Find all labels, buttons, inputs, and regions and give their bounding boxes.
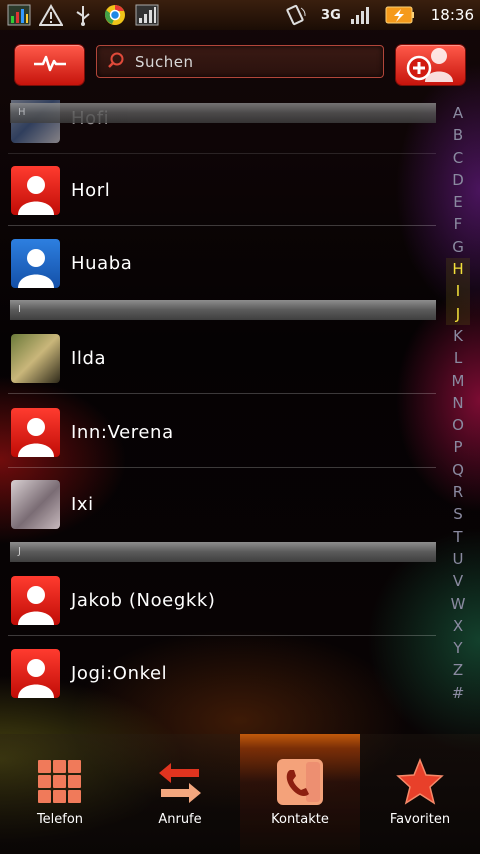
alphabet-index-letter[interactable]: R [446, 481, 470, 503]
activity-button[interactable] [15, 45, 84, 85]
alphabet-index-letter[interactable]: C [446, 147, 470, 169]
alphabet-index-letter[interactable]: F [446, 213, 470, 235]
alphabet-index-letter[interactable]: N [446, 392, 470, 414]
bottom-navigation: Telefon Anrufe Kontakte Favoriten [0, 734, 480, 854]
alphabet-index-letter[interactable]: I [446, 280, 470, 303]
alphabet-index-letter[interactable]: T [446, 526, 470, 548]
heartbeat-icon [33, 53, 67, 77]
star-icon [396, 758, 444, 806]
list-item[interactable]: Ixi [0, 468, 436, 540]
default-contact-avatar-icon [11, 165, 60, 215]
alphabet-index-letter[interactable]: L [446, 347, 470, 369]
usb-icon [70, 3, 96, 27]
tab-label: Telefon [36, 812, 84, 827]
alphabet-index-letter[interactable]: Q [446, 459, 470, 481]
contact-name: Huaba [71, 252, 133, 274]
default-contact-avatar-icon [11, 575, 60, 625]
tab-favoriten[interactable]: Favoriten [360, 734, 480, 854]
tab-label: Kontakte [271, 812, 329, 827]
alphabet-index-letter[interactable]: K [446, 325, 470, 347]
warning-icon [38, 3, 64, 27]
alphabet-index-letter[interactable]: P [446, 436, 470, 458]
contact-name: Horl [71, 179, 111, 201]
tab-label: Favoriten [389, 812, 451, 827]
alphabet-index-letter[interactable]: O [446, 414, 470, 436]
tab-anrufe[interactable]: Anrufe [120, 734, 240, 854]
alphabet-index-letter[interactable]: J [446, 302, 470, 325]
alphabet-index-letter[interactable]: E [446, 191, 470, 213]
list-item[interactable]: Jogi:Onkel [0, 637, 436, 709]
tab-label: Anrufe [158, 812, 202, 827]
contact-list[interactable]: Hofi H Horl Huaba I Ilda Inn:Verena Ixi … [0, 100, 440, 732]
network-type-label: 3G [321, 7, 341, 23]
list-item[interactable]: Jakob (Noegkk) [0, 564, 436, 636]
default-contact-avatar-icon [11, 238, 60, 288]
default-contact-avatar-icon [11, 648, 60, 698]
dialpad-icon [36, 758, 84, 806]
alphabet-index-letter[interactable]: Y [446, 637, 470, 659]
app-grid-icon [6, 3, 32, 27]
contacts-icon [276, 758, 324, 806]
contact-name: Inn:Verena [71, 421, 174, 443]
list-item[interactable]: Ilda [0, 322, 436, 394]
alphabet-index-letter[interactable]: Z [446, 659, 470, 681]
add-contact-button[interactable] [396, 45, 465, 85]
contact-photo [11, 479, 60, 529]
alphabet-index-letter[interactable]: X [446, 615, 470, 637]
tab-telefon[interactable]: Telefon [0, 734, 120, 854]
list-item[interactable]: Huaba [0, 227, 436, 299]
list-item[interactable]: Horl [0, 154, 436, 226]
tab-kontakte[interactable]: Kontakte [240, 734, 360, 854]
call-log-icon [156, 758, 204, 806]
alphabet-index-letter[interactable]: S [446, 503, 470, 525]
alphabet-index-letter[interactable]: # [446, 682, 470, 704]
contact-photo [11, 333, 60, 383]
alphabet-index-letter[interactable]: D [446, 169, 470, 191]
alphabet-index-letter[interactable]: M [446, 370, 470, 392]
contacts-toolbar: Suchen [0, 30, 480, 100]
alphabet-index-letter[interactable]: G [446, 236, 470, 258]
rotation-icon [283, 3, 309, 27]
alphabet-index-letter[interactable]: U [446, 548, 470, 570]
contact-name: Jogi:Onkel [71, 662, 168, 684]
add-contact-icon [403, 44, 459, 86]
section-header-h: H [10, 103, 436, 123]
alphabet-index-letter[interactable]: V [446, 570, 470, 592]
status-bar: 3G 18:36 [0, 0, 480, 30]
list-item[interactable]: Inn:Verena [0, 396, 436, 468]
battery-charging-icon [385, 3, 415, 27]
alphabet-index-letter[interactable]: A [446, 102, 470, 124]
contact-name: Jakob (Noegkk) [71, 589, 216, 611]
contact-name: Ilda [71, 347, 107, 369]
contact-name: Ixi [71, 493, 94, 515]
search-input[interactable]: Suchen [96, 45, 384, 78]
section-header-i: I [10, 300, 436, 320]
alphabet-index-letter[interactable]: W [446, 593, 470, 615]
section-header-j: J [10, 542, 436, 562]
search-placeholder: Suchen [135, 52, 194, 71]
signal-chart-icon [134, 3, 160, 27]
signal-bars-icon [347, 3, 373, 27]
default-contact-avatar-icon [11, 407, 60, 457]
alphabet-index-letter[interactable]: H [446, 258, 470, 281]
alphabet-index-letter[interactable]: B [446, 124, 470, 146]
chrome-beta-icon [102, 3, 128, 27]
search-icon [107, 51, 125, 73]
alphabet-index[interactable]: A B C D E F G H I J K L M N O P Q R S T U V W X Y Z # [446, 102, 470, 704]
clock: 18:36 [430, 6, 474, 24]
